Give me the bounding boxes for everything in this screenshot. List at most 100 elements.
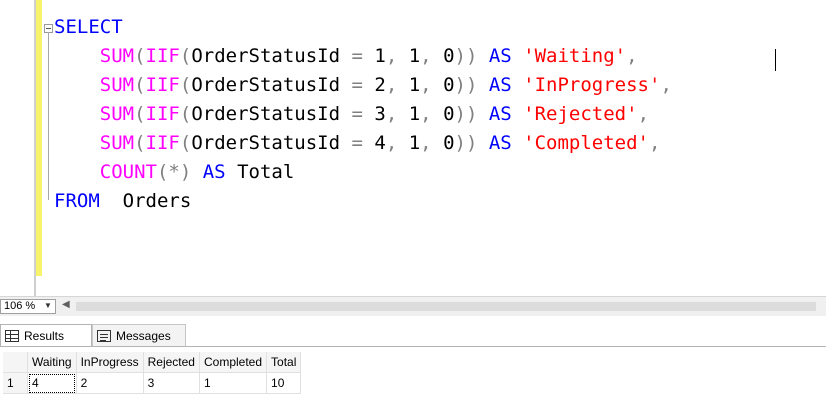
code-token: 0 [431,74,455,96]
tab-messages-label: Messages [116,328,171,343]
code-token: ( [134,74,146,96]
column-header[interactable]: Total [266,352,302,373]
code-token: OrderStatusId [191,132,352,154]
code-token: = [351,45,363,67]
code-token: 1 [397,132,421,154]
grid-corner[interactable] [3,352,28,373]
code-token: )) [454,132,478,154]
code-token: 1 [397,103,421,125]
code-token: AS [477,45,524,67]
code-token: ( [134,45,146,67]
sql-editor[interactable]: SELECT SUM(IIF(OrderStatusId = 1, 1, 0))… [0,0,826,296]
code-line: SUM(IIF(OrderStatusId = 4, 1, 0)) AS 'Co… [54,129,661,158]
code-token: 3 [362,103,386,125]
grid-cell[interactable]: 4 [27,372,77,394]
code-token: SUM [99,132,135,154]
horizontal-scrollbar[interactable] [76,302,816,311]
change-tracking-bar [36,0,42,276]
code-token: SUM [99,103,135,125]
table-row: 1 4 2 3 1 10 [3,372,302,394]
code-token: Total [237,161,295,183]
code-line: COUNT(*) AS Total [54,158,295,187]
grid-cell[interactable]: 10 [266,372,302,394]
code-token: AS [477,132,524,154]
code-token: OrderStatusId [191,45,352,67]
code-token: AS [191,161,238,183]
results-pane: Results Messages Waiting InProgress Reje… [0,316,826,405]
code-token: SUM [99,74,135,96]
code-token: , [637,103,650,125]
code-token: IIF [145,132,180,154]
code-token: 0 [431,103,455,125]
code-token: 'Completed' [523,132,650,154]
text-caret [775,49,776,71]
scroll-left-icon[interactable]: ◀ [62,299,70,310]
code-token: OrderStatusId [191,103,352,125]
code-token: , [420,132,432,154]
code-token: 1 [362,45,386,67]
code-token: ( [134,132,146,154]
code-token: , [626,45,638,67]
code-token: COUNT [99,161,157,183]
code-token: AS [477,103,524,125]
code-token: IIF [145,45,180,67]
grid-cell[interactable]: 1 [199,372,268,394]
code-token: , [385,45,398,67]
row-number[interactable]: 1 [3,372,28,394]
column-header[interactable]: Rejected [143,352,200,373]
code-token: ( [179,74,192,96]
code-line: SUM(IIF(OrderStatusId = 2, 1, 0)) AS 'In… [54,71,672,100]
tab-separator [0,346,826,347]
code-token: OrderStatusId [191,74,352,96]
code-token: , [660,74,672,96]
code-line: SELECT [54,13,123,42]
column-header[interactable]: InProgress [76,352,144,373]
code-token: )) [454,74,478,96]
code-token: = [351,74,363,96]
grid-cell[interactable]: 2 [76,372,144,394]
code-line: SUM(IIF(OrderStatusId = 3, 1, 0)) AS 'Re… [54,100,649,129]
code-token: IIF [145,74,180,96]
messages-icon [97,329,111,342]
code-token: 'Rejected' [523,103,638,125]
chevron-down-icon[interactable]: ▼ [44,301,52,310]
code-token: , [385,103,398,125]
tab-messages[interactable]: Messages [92,324,186,346]
editor-margin [0,0,36,296]
code-token: FROM [54,190,112,212]
code-token: 0 [431,132,455,154]
tab-results[interactable]: Results [0,324,92,346]
zoom-value: 106 % [4,300,36,312]
code-token: Orders [111,190,192,212]
code-token: ( [134,103,146,125]
code-token: (*) [156,161,192,183]
zoom-scroll-strip: 106 % ▼ ◀ [0,296,826,316]
code-token: ( [179,103,192,125]
code-token: 0 [431,45,455,67]
grid-icon [5,329,19,342]
code-token: )) [454,103,478,125]
code-token: 1 [397,74,421,96]
code-token: 4 [362,132,386,154]
code-token: 'Waiting' [523,45,627,67]
code-token: ( [179,132,192,154]
code-token: , [420,74,432,96]
code-token: 'InProgress' [523,74,661,96]
code-line: SUM(IIF(OrderStatusId = 1, 1, 0)) AS 'Wa… [54,42,638,71]
code-line: FROM Orders [54,187,191,216]
results-tabs: Results Messages [0,324,826,346]
column-header[interactable]: Waiting [27,352,77,373]
grid-cell[interactable]: 3 [143,372,200,394]
code-token: 1 [397,45,421,67]
column-header[interactable]: Completed [199,352,268,373]
code-token: = [351,132,363,154]
code-token: , [420,103,432,125]
grid-header-row: Waiting InProgress Rejected Completed To… [3,352,302,373]
results-grid[interactable]: Waiting InProgress Rejected Completed To… [3,352,302,394]
code-token: IIF [145,103,180,125]
